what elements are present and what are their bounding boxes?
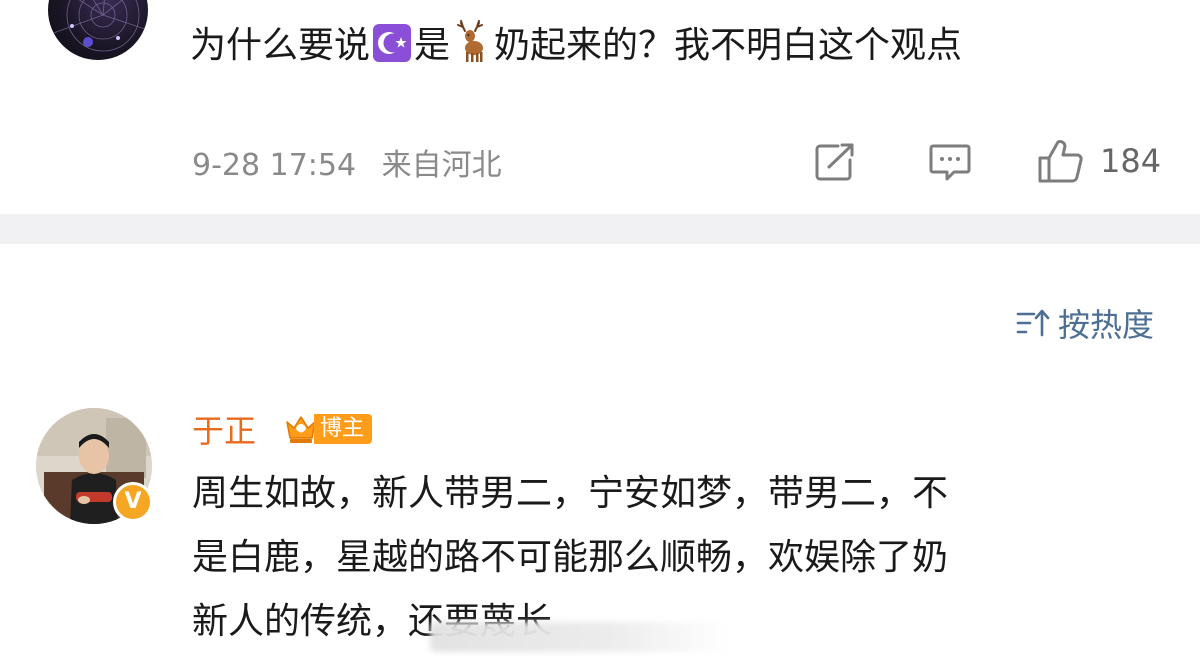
post-card: 为什么要说 是 奶起来的？我不明白这个观点 9-28 17:54 来自河北 18… <box>0 0 1200 214</box>
like-button[interactable]: 184 <box>1036 138 1161 184</box>
sort-label: 按热度 <box>1057 306 1154 344</box>
comment-text-line-1: 周生如故，新人带男二，宁安如梦，带男二，不 <box>192 473 949 514</box>
post-timestamp: 9-28 17:54 <box>192 148 357 183</box>
comment-button[interactable] <box>928 142 972 182</box>
comment-icon <box>929 144 971 181</box>
verified-badge: V <box>113 482 153 522</box>
blogger-badge: 博主 <box>284 412 373 446</box>
post-text-part-1: 为什么要说 <box>190 25 371 66</box>
watermark-blur <box>430 622 730 652</box>
comment-item: V 于正 博主 周生如故，新人带男二，宁安如梦，带男二，不 是白鹿，星越的路不可… <box>0 390 1200 661</box>
star-and-crescent-emoji <box>373 24 412 62</box>
like-icon <box>1038 140 1083 183</box>
sort-by-hot-button[interactable]: 按热度 <box>1016 300 1154 346</box>
post-location: 来自河北 <box>381 148 502 183</box>
post-text-part-2: 是 <box>414 25 451 66</box>
post-text-part-3: 奶起来的？我不明白这个观点 <box>494 25 963 66</box>
sort-icon <box>1016 309 1050 337</box>
share-icon <box>815 143 854 181</box>
avatar-image <box>48 0 148 52</box>
deer-emoji <box>457 20 484 62</box>
post-avatar[interactable] <box>48 0 148 60</box>
weibo-comment-page: 为什么要说 是 奶起来的？我不明白这个观点 9-28 17:54 来自河北 18… <box>0 0 1200 661</box>
section-divider <box>0 214 1200 244</box>
comment-text-line-2: 是白鹿，星越的路不可能那么顺畅，欢娱除了奶 <box>192 537 949 578</box>
like-count: 184 <box>1100 142 1162 180</box>
post-text: 为什么要说 是 奶起来的？我不明白这个观点 <box>190 18 962 74</box>
blogger-badge-label: 博主 <box>314 414 373 444</box>
verified-letter: V <box>124 489 142 514</box>
share-button[interactable] <box>814 142 856 182</box>
comment-author-name[interactable]: 于正 <box>192 406 256 452</box>
post-meta: 9-28 17:54 来自河北 <box>192 140 502 184</box>
author-name-text: 于正 <box>192 412 257 450</box>
crown-icon <box>286 416 316 443</box>
